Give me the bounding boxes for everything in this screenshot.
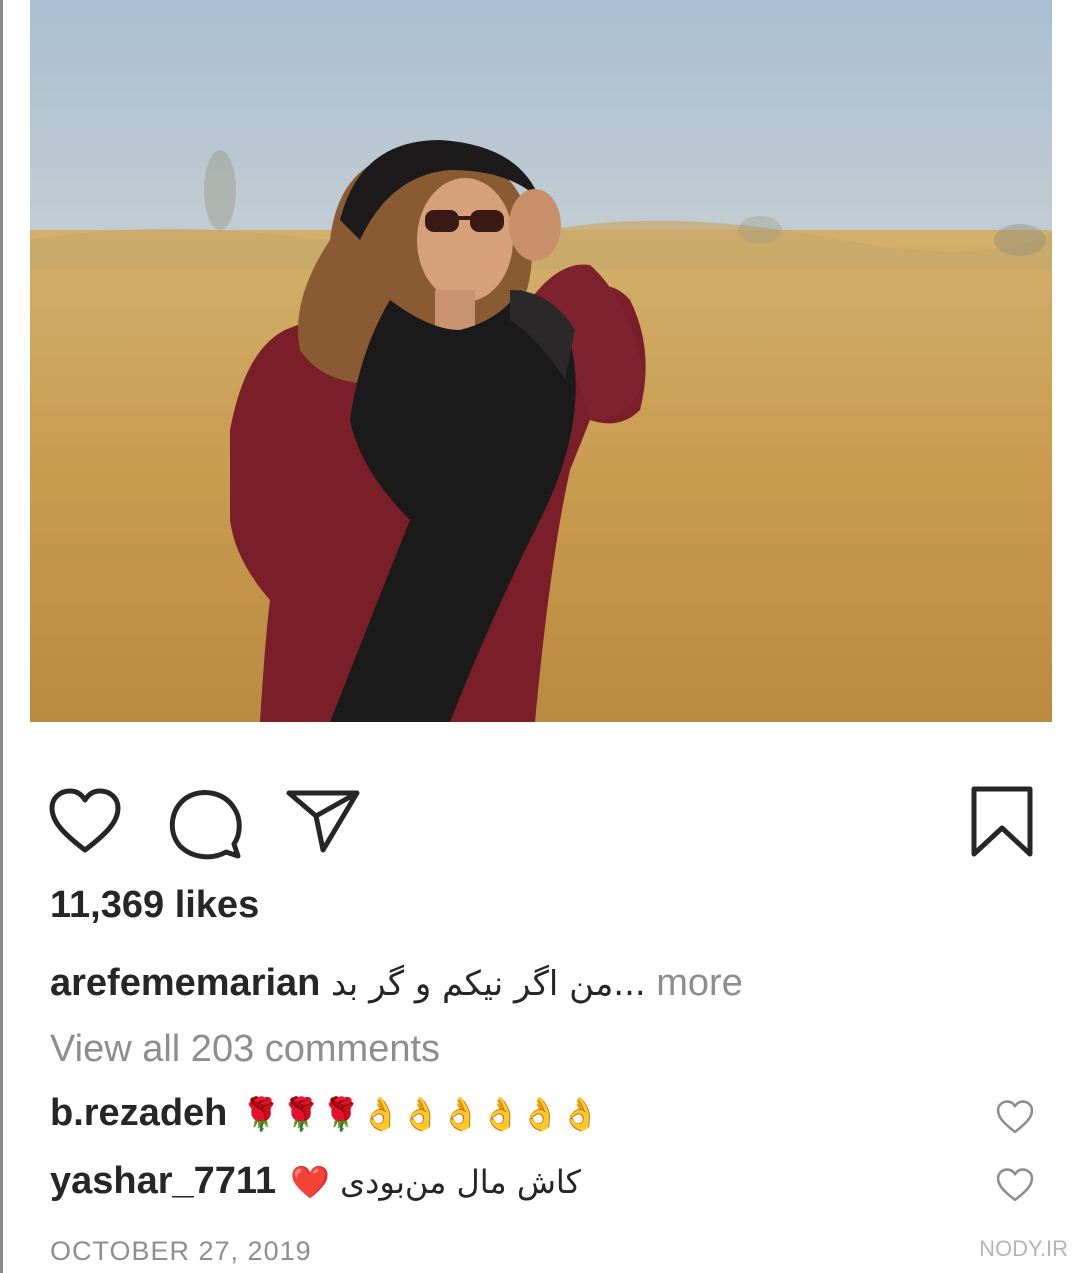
post-photo-illustration [30,0,1052,722]
caption: arefememarian ...من اگر نیکم و گر بد mor… [50,962,743,1005]
paper-plane-icon[interactable] [286,788,360,854]
comment-row: b.rezadeh 🌹🌹🌹👌👌👌👌👌👌 [50,1092,600,1135]
caption-username[interactable]: arefememarian [50,962,320,1004]
likes-count[interactable]: 11,369 likes [50,884,259,927]
comment-username[interactable]: yashar_7711 [50,1160,276,1203]
view-all-comments-link[interactable]: View all 203 comments [50,1028,440,1071]
watermark: NODY.IR [979,1236,1068,1261]
comment-row: yashar_7711 کاش مال من‌بودی ❤️ [50,1160,581,1203]
comment-like-heart-icon[interactable] [996,1100,1034,1134]
left-edge-rule [0,0,3,1273]
comment-text: کاش مال من‌بودی ❤️ [290,1162,581,1201]
post-date: OCTOBER 27, 2019 [50,1236,312,1266]
caption-text: ...من اگر نیکم و گر بد [330,964,646,1004]
heart-icon[interactable] [48,788,122,854]
post-image[interactable] [30,0,1052,722]
comment-text: 🌹🌹🌹👌👌👌👌👌👌 [241,1094,600,1133]
comment-username[interactable]: b.rezadeh [50,1092,227,1135]
comment-like-heart-icon[interactable] [996,1168,1034,1202]
comment-bubble-icon[interactable] [168,788,242,860]
caption-more-link[interactable]: more [656,962,743,1004]
bookmark-icon[interactable] [970,786,1034,858]
